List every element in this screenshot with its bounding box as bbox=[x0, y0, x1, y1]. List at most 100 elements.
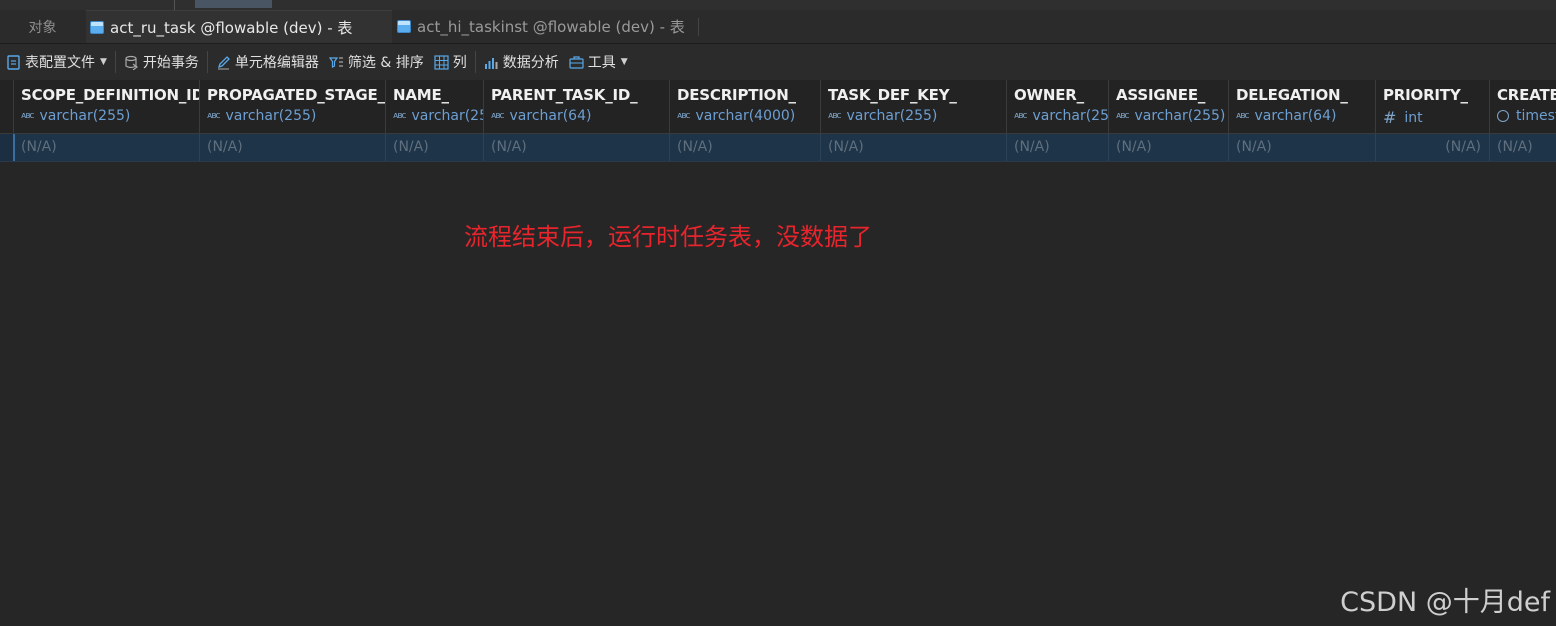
column-type: ᴀʙc varchar(255) bbox=[393, 108, 484, 124]
table-cell[interactable]: (N/A) bbox=[1007, 134, 1109, 161]
column-type-label: timestamp bbox=[1516, 108, 1556, 124]
table-icon bbox=[90, 20, 104, 34]
table-cell[interactable]: (N/A) bbox=[1490, 134, 1556, 161]
chevron-down-icon[interactable]: ▼ bbox=[621, 57, 628, 67]
column-header[interactable]: PARENT_TASK_ID_ ᴀʙc varchar(64) bbox=[484, 80, 670, 133]
top-strip-divider bbox=[174, 0, 175, 10]
column-type: ᴀʙc varchar(64) bbox=[491, 108, 591, 124]
editor-tab-bar: 对象 act_ru_task @flowable (dev) - 表 act_h… bbox=[0, 10, 1556, 44]
toolbar-divider bbox=[206, 51, 208, 73]
column-header[interactable]: TASK_DEF_KEY_ ᴀʙc varchar(255) bbox=[821, 80, 1007, 133]
column-type: ᴀʙc varchar(4000) bbox=[677, 108, 795, 124]
column-header[interactable]: NAME_ ᴀʙc varchar(255) bbox=[386, 80, 484, 133]
column-type: ᴀʙc varchar(64) bbox=[1236, 108, 1336, 124]
column-header-row: SCOPE_DEFINITION_ID_ ᴀʙc varchar(255) PROPA… bbox=[0, 80, 1556, 134]
filter-sort-icon bbox=[328, 56, 343, 68]
column-header[interactable]: DESCRIPTION_ ᴀʙc varchar(4000) bbox=[670, 80, 821, 133]
table-cell[interactable]: (N/A) bbox=[386, 134, 484, 161]
column-type-label: varchar(255) bbox=[411, 108, 484, 124]
clock-type-icon bbox=[1497, 110, 1509, 122]
text-type-icon: ᴀʙc bbox=[491, 111, 504, 121]
columns-button[interactable]: 列 bbox=[434, 44, 467, 80]
begin-transaction-button[interactable]: 开始事务 bbox=[124, 44, 199, 80]
result-grid: SCOPE_DEFINITION_ID_ ᴀʙc varchar(255) PROPA… bbox=[0, 80, 1556, 162]
column-type-label: varchar(255) bbox=[225, 108, 317, 124]
column-header[interactable]: OWNER_ ᴀʙc varchar(255) bbox=[1007, 80, 1109, 133]
table-profile-button[interactable]: 表配置文件 ▼ bbox=[0, 44, 107, 80]
header-row-marker bbox=[0, 80, 14, 133]
cell-editor-label: 单元格编辑器 bbox=[234, 55, 319, 71]
table-cell[interactable]: (N/A) bbox=[200, 134, 386, 161]
tab-act-ru-task[interactable]: act_ru_task @flowable (dev) - 表 bbox=[86, 10, 392, 43]
text-type-icon: ᴀʙc bbox=[1116, 111, 1129, 121]
column-type-label: int bbox=[1404, 109, 1423, 126]
table-cell[interactable]: (N/A) bbox=[14, 134, 200, 161]
column-name: DELEGATION_ bbox=[1236, 86, 1348, 104]
text-type-icon: ᴀʙc bbox=[677, 111, 690, 121]
tab-act-ru-task-label: act_ru_task @flowable (dev) - 表 bbox=[110, 18, 353, 37]
column-name: DESCRIPTION_ bbox=[677, 86, 796, 104]
grid-columns-icon bbox=[434, 54, 449, 70]
top-strip-highlight bbox=[195, 0, 272, 8]
data-analysis-label: 数据分析 bbox=[502, 55, 559, 71]
profile-doc-icon bbox=[7, 54, 20, 70]
column-type: # int bbox=[1383, 108, 1423, 127]
transaction-icon bbox=[125, 55, 138, 70]
column-name: OWNER_ bbox=[1014, 86, 1084, 104]
tab-act-hi-taskinst[interactable]: act_hi_taskinst @flowable (dev) - 表 bbox=[392, 10, 698, 43]
tab-objects[interactable]: 对象 bbox=[0, 10, 85, 43]
column-type: ᴀʙc varchar(255) bbox=[21, 108, 130, 124]
watermark: CSDN @十月def bbox=[1340, 587, 1550, 618]
column-type-label: varchar(4000) bbox=[695, 108, 796, 124]
begin-transaction-label: 开始事务 bbox=[142, 55, 199, 71]
table-icon bbox=[397, 20, 411, 33]
table-cell[interactable]: (N/A) bbox=[484, 134, 670, 161]
table-cell[interactable]: (N/A) bbox=[1109, 134, 1229, 161]
tab-act-hi-taskinst-label: act_hi_taskinst @flowable (dev) - 表 bbox=[417, 18, 685, 36]
tools-label: 工具 bbox=[587, 55, 616, 71]
column-header[interactable]: PRIORITY_ # int bbox=[1376, 80, 1490, 133]
table-cell[interactable]: (N/A) bbox=[670, 134, 821, 161]
column-header[interactable]: SCOPE_DEFINITION_ID_ ᴀʙc varchar(255) bbox=[14, 80, 200, 133]
cell-editor-button[interactable]: 单元格编辑器 bbox=[216, 44, 319, 80]
column-name: PRIORITY_ bbox=[1383, 86, 1468, 104]
row-marker[interactable] bbox=[0, 134, 15, 161]
filter-sort-label: 筛选 & 排序 bbox=[347, 55, 424, 71]
column-name: CREATE_TIME_ bbox=[1497, 86, 1556, 104]
column-header[interactable]: ASSIGNEE_ ᴀʙc varchar(255) bbox=[1109, 80, 1229, 133]
text-type-icon: ᴀʙc bbox=[393, 111, 406, 121]
table-cell[interactable]: (N/A) bbox=[1229, 134, 1376, 161]
filter-sort-button[interactable]: 筛选 & 排序 bbox=[328, 44, 424, 80]
tools-button[interactable]: 工具 ▼ bbox=[569, 44, 628, 80]
bar-chart-icon bbox=[484, 57, 498, 69]
table-profile-label: 表配置文件 bbox=[25, 55, 95, 71]
columns-label: 列 bbox=[452, 55, 467, 71]
column-type: ᴀʙc varchar(255) bbox=[207, 108, 316, 124]
table-cell[interactable]: (N/A) bbox=[821, 134, 1007, 161]
column-header[interactable]: CREATE_TIME_ timestamp bbox=[1490, 80, 1556, 133]
column-type-label: varchar(255) bbox=[1134, 108, 1226, 124]
table-toolbar: 表配置文件 ▼ 开始事务 单元格编辑器 筛选 & 排序 列 数据分析 工具 ▼ bbox=[0, 44, 1556, 80]
table-row[interactable]: (N/A) (N/A) (N/A) (N/A) (N/A) (N/A) (N/A) (N/A)… bbox=[0, 134, 1556, 162]
column-type-label: varchar(64) bbox=[509, 108, 592, 124]
column-name: PARENT_TASK_ID_ bbox=[491, 86, 638, 104]
column-name: ASSIGNEE_ bbox=[1116, 86, 1206, 104]
chevron-down-icon[interactable]: ▼ bbox=[100, 57, 107, 67]
column-type: timestamp bbox=[1497, 108, 1556, 124]
column-type: ᴀʙc varchar(255) bbox=[828, 108, 937, 124]
toolbox-icon bbox=[569, 55, 584, 69]
data-analysis-button[interactable]: 数据分析 bbox=[484, 44, 559, 80]
column-name: SCOPE_DEFINITION_ID_ bbox=[21, 86, 200, 104]
column-header[interactable]: DELEGATION_ ᴀʙc varchar(64) bbox=[1229, 80, 1376, 133]
tab-objects-label: 对象 bbox=[28, 19, 57, 36]
column-type-label: varchar(255) bbox=[1032, 108, 1109, 124]
text-type-icon: ᴀʙc bbox=[1236, 111, 1249, 121]
number-type-icon: # bbox=[1383, 108, 1397, 127]
table-cell[interactable]: (N/A) bbox=[1376, 134, 1490, 161]
annotation-text: 流程结束后，运行时任务表，没数据了 bbox=[464, 223, 872, 251]
column-type-label: varchar(64) bbox=[1254, 108, 1337, 124]
toolbar-divider bbox=[114, 51, 116, 73]
column-header[interactable]: PROPAGATED_STAGE_ ᴀʙc varchar(255) bbox=[200, 80, 386, 133]
text-type-icon: ᴀʙc bbox=[1014, 111, 1027, 121]
pencil-icon bbox=[217, 55, 230, 69]
